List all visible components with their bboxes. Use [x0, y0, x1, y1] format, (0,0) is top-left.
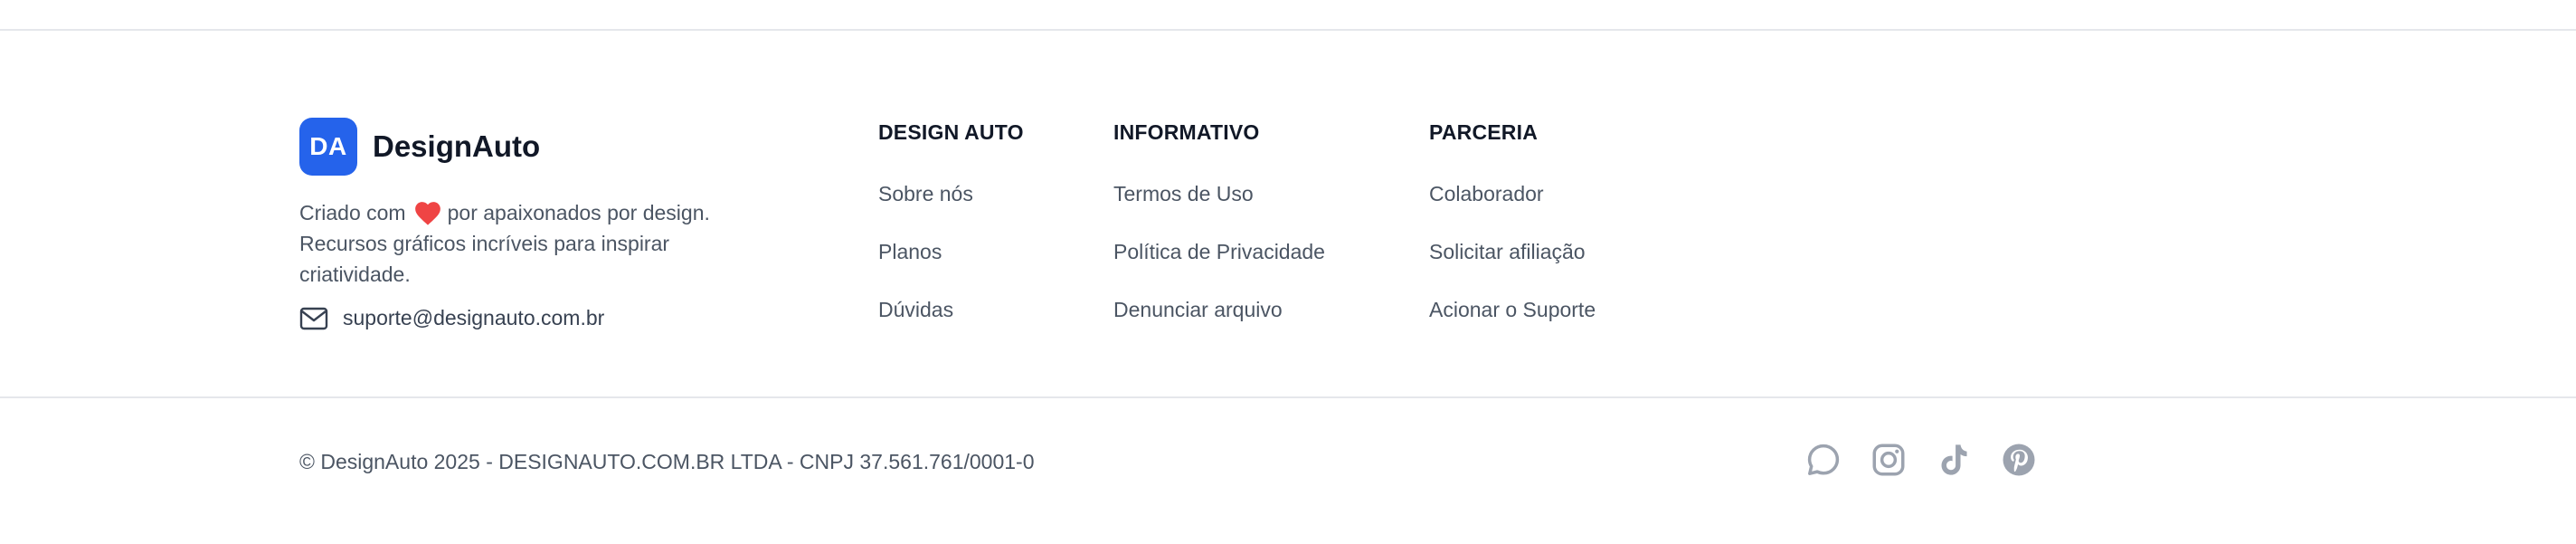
tagline-rest: Recursos gráficos incríveis para inspira… — [299, 232, 670, 286]
link-politica-privacidade[interactable]: Política de Privacidade — [1113, 223, 1325, 281]
brand-logo-row[interactable]: DA DesignAuto — [299, 118, 770, 176]
link-planos[interactable]: Planos — [878, 223, 1024, 281]
link-solicitar-afiliacao[interactable]: Solicitar afiliação — [1429, 223, 1596, 281]
support-email[interactable]: suporte@designauto.com.br — [343, 306, 604, 330]
whatsapp-icon — [1807, 444, 1840, 475]
link-sobre-nos[interactable]: Sobre nós — [878, 165, 1024, 223]
column-title: DESIGN AUTO — [878, 120, 1024, 144]
copyright-text: © DesignAuto 2025 - DESIGNAUTO.COM.BR LT… — [299, 450, 1035, 473]
tagline-prefix: Criado com — [299, 201, 406, 224]
tiktok-icon — [1941, 444, 1967, 475]
social-links — [1804, 440, 2039, 480]
brand-name[interactable]: DesignAuto — [373, 129, 540, 164]
link-termos-de-uso[interactable]: Termos de Uso — [1113, 165, 1325, 223]
heart-icon — [414, 202, 440, 225]
top-divider — [0, 29, 2576, 31]
link-acionar-suporte[interactable]: Acionar o Suporte — [1429, 281, 1596, 339]
footer-column-informativo: INFORMATIVO Termos de Uso Política de Pr… — [1113, 118, 1325, 339]
tagline: Criado com por apaixonados por design. R… — [299, 197, 770, 290]
column-title: PARCERIA — [1429, 120, 1539, 144]
pinterest-link[interactable] — [1999, 440, 2039, 480]
column-title: INFORMATIVO — [1113, 120, 1260, 144]
whatsapp-link[interactable] — [1804, 440, 1843, 480]
instagram-link[interactable] — [1869, 440, 1908, 480]
link-denunciar-arquivo[interactable]: Denunciar arquivo — [1113, 281, 1325, 339]
footer-column-parceria: PARCERIA Colaborador Solicitar afiliação… — [1429, 118, 1596, 339]
mail-icon — [299, 307, 328, 329]
tiktok-link[interactable] — [1934, 440, 1974, 480]
instagram-icon — [1872, 444, 1905, 476]
pinterest-icon — [2003, 444, 2035, 476]
footer-brand: DA DesignAuto Criado com por apaixonados… — [299, 118, 770, 330]
tagline-suffix: por apaixonados por design. — [447, 201, 710, 224]
footer-column-design-auto: DESIGN AUTO Sobre nós Planos Dúvidas — [878, 118, 1024, 339]
link-colaborador[interactable]: Colaborador — [1429, 165, 1596, 223]
footer-divider — [0, 396, 2576, 398]
logo-badge[interactable]: DA — [299, 118, 357, 176]
link-duvidas[interactable]: Dúvidas — [878, 281, 1024, 339]
support-email-link[interactable]: suporte@designauto.com.br — [299, 306, 770, 330]
